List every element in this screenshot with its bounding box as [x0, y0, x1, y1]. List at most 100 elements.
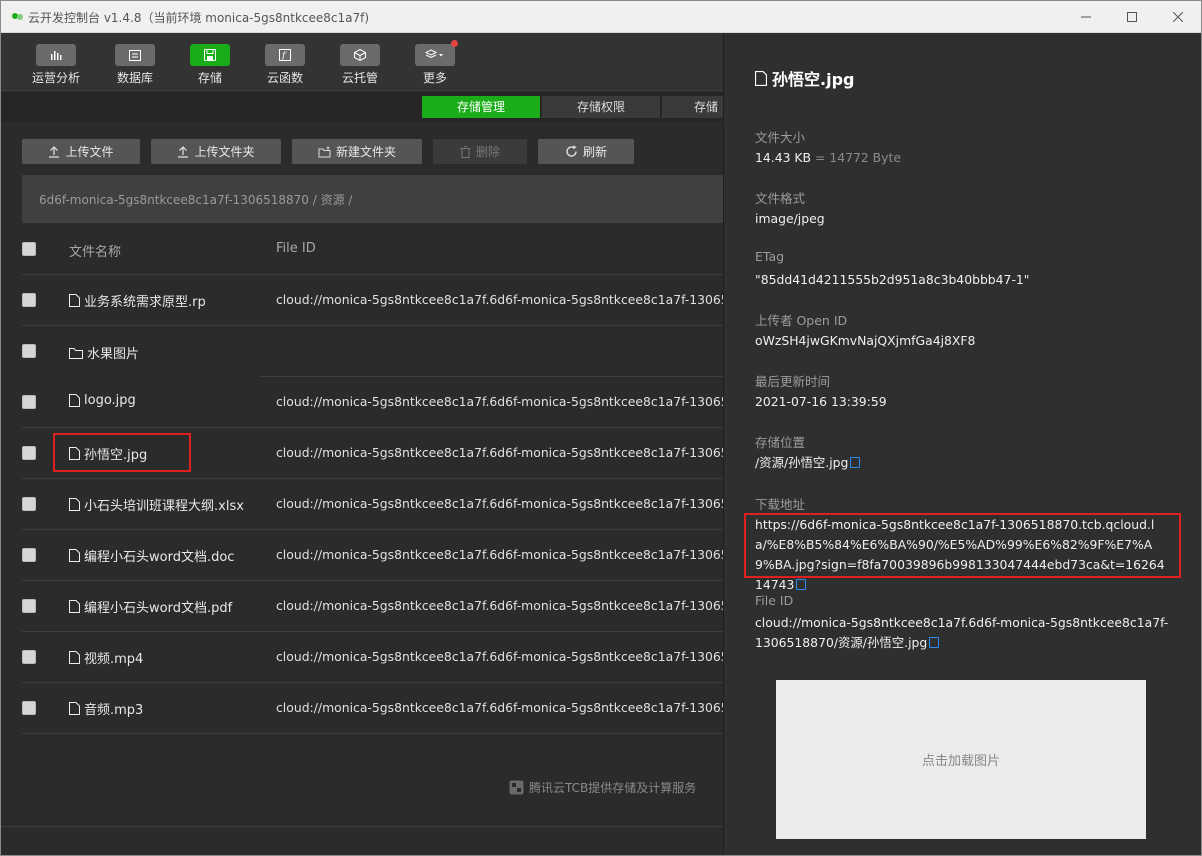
- tab-storage-permissions[interactable]: 存储权限: [542, 96, 660, 118]
- upload-icon: [178, 145, 189, 158]
- refresh-label: 刷新: [582, 145, 607, 159]
- uploader-label: 上传者 Open ID: [755, 313, 848, 328]
- toolbar-item-database[interactable]: 数据库: [105, 44, 165, 88]
- refresh-button[interactable]: 刷新: [538, 139, 634, 164]
- row-checkbox[interactable]: [22, 293, 36, 307]
- chart-icon: [51, 51, 62, 60]
- delete-button[interactable]: 删除: [433, 139, 527, 164]
- toolbar-item-storage[interactable]: 存储: [180, 44, 240, 88]
- maximize-icon: [1127, 12, 1137, 22]
- detail-title: 孙悟空.jpg: [755, 66, 854, 90]
- function-icon: f: [279, 49, 291, 61]
- minimize-button[interactable]: [1063, 1, 1109, 33]
- toolbar-item-functions[interactable]: f 云函数: [255, 44, 315, 88]
- delete-label: 删除: [475, 145, 500, 159]
- file-name[interactable]: 小石头培训班课程大纲.xlsx: [84, 495, 244, 514]
- row-checkbox[interactable]: [22, 395, 36, 409]
- row-divider: [22, 733, 723, 734]
- file-id: cloud://monica-5gs8ntkcee8c1a7f.6d6f-mon…: [276, 394, 723, 409]
- fileid-label: File ID: [755, 593, 794, 608]
- file-id: cloud://monica-5gs8ntkcee8c1a7f.6d6f-mon…: [276, 445, 723, 460]
- copy-icon[interactable]: [850, 457, 861, 468]
- file-icon: [69, 394, 80, 407]
- row-checkbox[interactable]: [22, 446, 36, 460]
- toolbar-item-cloudhosting[interactable]: 云托管: [330, 44, 390, 88]
- cube-icon: [354, 49, 366, 61]
- file-id: cloud://monica-5gs8ntkcee8c1a7f.6d6f-mon…: [276, 292, 723, 307]
- close-button[interactable]: [1155, 1, 1201, 33]
- size-kb: 14.43 KB: [755, 150, 812, 165]
- row-divider: [22, 631, 723, 632]
- svg-text:f: f: [281, 52, 287, 62]
- uploader-value: oWzSH4jwGKmvNajQXjmfGa4j8XF8: [755, 333, 976, 348]
- file-id: cloud://monica-5gs8ntkcee8c1a7f.6d6f-mon…: [276, 496, 723, 511]
- toolbar-item-more[interactable]: 更多: [405, 40, 465, 88]
- database-icon: [129, 49, 141, 61]
- fileid-text: cloud://monica-5gs8ntkcee8c1a7f.6d6f-mon…: [755, 615, 1169, 650]
- toolbar-item-label: 存储: [197, 71, 222, 85]
- download-label: 下载地址: [755, 497, 806, 512]
- location-value: /资源/孙悟空.jpg: [755, 453, 1175, 473]
- minimize-icon: [1081, 16, 1091, 18]
- file-icon: [69, 549, 80, 562]
- file-name[interactable]: 视频.mp4: [84, 648, 143, 667]
- layers-icon: [425, 49, 443, 59]
- trash-icon: [460, 145, 471, 158]
- file-name[interactable]: logo.jpg: [84, 393, 136, 408]
- file-name[interactable]: 编程小石头word文档.doc: [84, 546, 234, 565]
- detail-file-name: 孙悟空.jpg: [772, 70, 855, 89]
- footer-text: 腾讯云TCB提供存储及计算服务: [529, 781, 697, 795]
- row-checkbox[interactable]: [22, 650, 36, 664]
- row-checkbox[interactable]: [22, 599, 36, 613]
- row-divider: [22, 274, 723, 275]
- main-toolbar: 运营分析 数据库 存储 f 云函数 云托管 更多: [1, 33, 723, 91]
- file-name[interactable]: 编程小石头word文档.pdf: [84, 597, 232, 616]
- row-checkbox[interactable]: [22, 548, 36, 562]
- close-icon: [1173, 12, 1183, 22]
- upload-file-button[interactable]: 上传文件: [22, 139, 140, 164]
- folder-icon: [69, 347, 83, 359]
- storage-tabs: 存储管理 存储权限 存储缓存: [1, 92, 723, 122]
- tab-storage-cache[interactable]: 存储缓存: [662, 96, 723, 118]
- upload-folder-button[interactable]: 上传文件夹: [151, 139, 281, 164]
- new-folder-icon: [318, 146, 331, 157]
- upload-file-label: 上传文件: [65, 145, 114, 159]
- app-window: 云开发控制台 v1.4.8（当前环境 monica-5gs8ntkcee8c1a…: [0, 0, 1202, 856]
- file-icon: [69, 651, 80, 664]
- file-icon: [69, 600, 80, 613]
- breadcrumb-path[interactable]: 6d6f-monica-5gs8ntkcee8c1a7f-1306518870 …: [39, 191, 352, 208]
- file-name[interactable]: 音频.mp3: [84, 699, 143, 718]
- copy-icon[interactable]: [796, 579, 807, 590]
- file-id: cloud://monica-5gs8ntkcee8c1a7f.6d6f-mon…: [276, 649, 723, 664]
- location-path: /资源/孙悟空.jpg: [755, 455, 849, 470]
- toolbar-item-label: 云函数: [266, 71, 303, 85]
- maximize-button[interactable]: [1109, 1, 1155, 33]
- toolbar-item-label: 更多: [422, 71, 447, 85]
- load-image-label: 点击加载图片: [921, 754, 1000, 769]
- row-checkbox[interactable]: [22, 497, 36, 511]
- upload-icon: [49, 145, 60, 158]
- fileid-value: cloud://monica-5gs8ntkcee8c1a7f.6d6f-mon…: [755, 613, 1171, 653]
- file-name[interactable]: 业务系统需求原型.rp: [84, 291, 206, 310]
- row-divider: [22, 427, 723, 428]
- row-checkbox[interactable]: [22, 701, 36, 715]
- copy-icon[interactable]: [929, 637, 940, 648]
- new-folder-button[interactable]: 新建文件夹: [292, 139, 422, 164]
- folder-name[interactable]: 水果图片: [87, 343, 139, 362]
- footer-note: 腾讯云TCB提供存储及计算服务: [509, 779, 696, 796]
- column-header-name: 文件名称: [69, 245, 122, 260]
- upload-folder-label: 上传文件夹: [194, 145, 255, 159]
- file-icon: [69, 498, 80, 511]
- etag-label: ETag: [755, 249, 785, 264]
- file-detail-panel: 孙悟空.jpg 文件大小 14.43 KB = 14772 Byte 文件格式 …: [723, 33, 1201, 855]
- toolbar-item-analytics[interactable]: 运营分析: [26, 44, 86, 88]
- selection-highlight: [53, 433, 191, 472]
- file-icon: [755, 70, 767, 86]
- tab-storage-management[interactable]: 存储管理: [422, 96, 540, 118]
- row-checkbox[interactable]: [22, 344, 36, 358]
- download-highlight: [744, 513, 1181, 578]
- new-folder-label: 新建文件夹: [335, 145, 396, 159]
- image-preview-placeholder[interactable]: 点击加载图片: [776, 680, 1146, 839]
- column-header-file-id: File ID: [276, 241, 316, 256]
- select-all-checkbox[interactable]: [22, 242, 36, 256]
